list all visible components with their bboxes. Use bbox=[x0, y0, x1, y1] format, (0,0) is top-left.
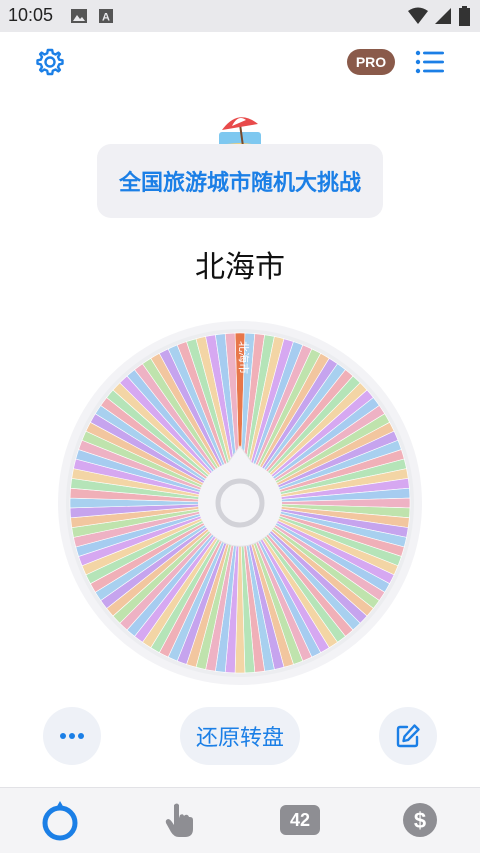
nav-tap[interactable] bbox=[158, 798, 202, 842]
reset-wheel-button[interactable]: 还原转盘 bbox=[180, 707, 300, 765]
more-button[interactable] bbox=[43, 707, 101, 765]
nav-count[interactable]: 42 bbox=[278, 798, 322, 842]
svg-text:$: $ bbox=[414, 808, 426, 833]
menu-button[interactable] bbox=[410, 42, 450, 82]
signal-icon bbox=[435, 8, 451, 24]
pro-badge[interactable]: PRO bbox=[347, 49, 395, 75]
wheel-icon bbox=[42, 801, 78, 841]
a-box-icon: A bbox=[99, 9, 113, 24]
spin-wheel[interactable]: 北海市 bbox=[55, 318, 425, 688]
dollar-icon: $ bbox=[403, 803, 437, 837]
wifi-icon bbox=[408, 7, 428, 24]
edit-button[interactable] bbox=[379, 707, 437, 765]
edit-icon bbox=[396, 724, 420, 748]
svg-text:A: A bbox=[102, 12, 110, 24]
status-time: 10:05 bbox=[8, 5, 54, 25]
wheel-title[interactable]: 全国旅游城市随机大挑战 bbox=[97, 144, 383, 218]
hand-pointer-icon bbox=[165, 803, 193, 837]
count-badge: 42 bbox=[280, 805, 320, 835]
result-text: 北海市 bbox=[195, 250, 285, 285]
more-dots-icon bbox=[60, 733, 84, 739]
image-icon bbox=[71, 9, 87, 23]
status-bar: 10:05 A bbox=[0, 0, 480, 32]
settings-button[interactable] bbox=[30, 42, 70, 82]
battery-icon bbox=[459, 6, 470, 26]
gear-icon bbox=[36, 48, 64, 76]
nav-wheel[interactable] bbox=[38, 798, 82, 842]
nav-dollar[interactable]: $ bbox=[398, 798, 442, 842]
bottom-nav: 42 $ bbox=[0, 787, 480, 853]
list-icon bbox=[415, 50, 444, 74]
selected-slice-label: 北海市 bbox=[237, 341, 251, 374]
